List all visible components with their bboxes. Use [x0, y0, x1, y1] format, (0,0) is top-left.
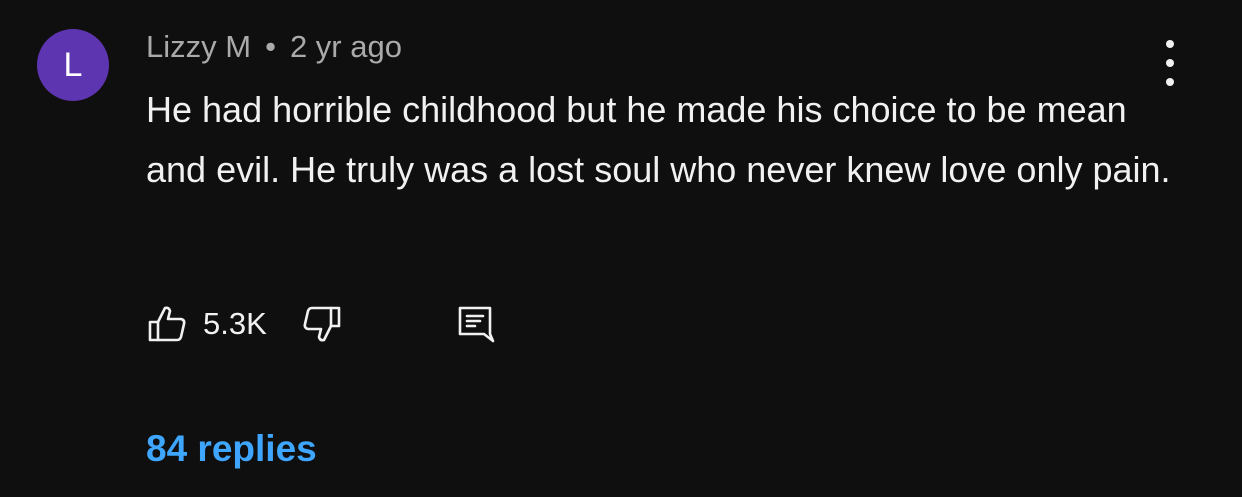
reply-comment-icon: [458, 306, 495, 343]
dislike-button[interactable]: [301, 303, 343, 345]
view-replies-button[interactable]: 84 replies: [146, 425, 317, 473]
comment-timestamp: 2 yr ago: [289, 29, 402, 64]
like-button[interactable]: [146, 303, 188, 345]
author-name[interactable]: Lizzy M: [146, 29, 251, 64]
avatar-letter: L: [63, 45, 83, 84]
avatar[interactable]: L: [37, 29, 109, 101]
thumbs-up-icon: [148, 306, 186, 342]
menu-dot: [1166, 40, 1174, 48]
meta-separator: •: [265, 29, 276, 64]
reply-button[interactable]: [454, 303, 496, 345]
comment-thread: L Lizzy M • 2 yr ago He had horrible child…: [0, 0, 1242, 497]
comment-actions: 5.3K: [146, 298, 496, 350]
comment-header: Lizzy M • 2 yr ago: [146, 28, 402, 66]
thumbs-down-icon: [303, 306, 341, 342]
like-count: 5.3K: [203, 306, 267, 341]
comment-text: He had horrible childhood but he made hi…: [146, 89, 1171, 190]
menu-dot: [1166, 59, 1174, 67]
